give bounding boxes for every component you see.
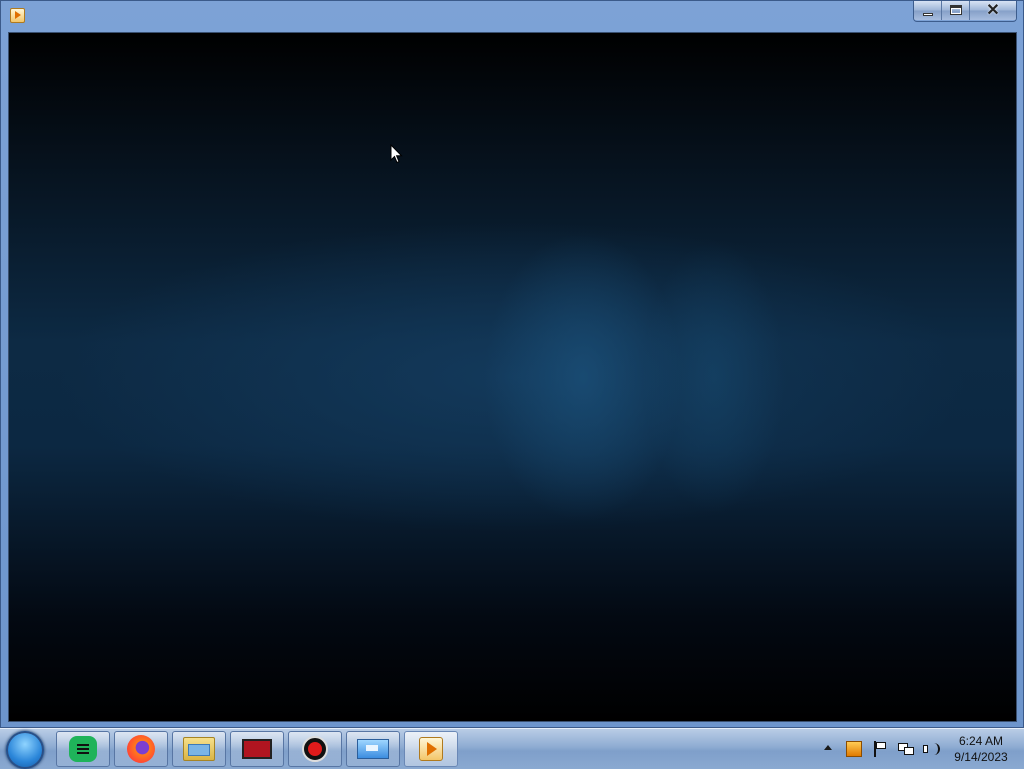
close-button[interactable]: ✕ bbox=[970, 1, 1016, 20]
caption-buttons: ✕ bbox=[913, 1, 1017, 22]
media-player-window: ✕ bbox=[0, 0, 1024, 728]
action-center-flag-icon[interactable] bbox=[873, 741, 887, 757]
maximize-icon bbox=[950, 5, 962, 15]
network-icon[interactable] bbox=[898, 741, 914, 757]
taskbar: 6:24 AM 9/14/2023 bbox=[0, 728, 1024, 769]
taskbar-screen-recorder[interactable] bbox=[288, 731, 342, 767]
mouse-cursor-icon bbox=[390, 144, 403, 164]
media-player-icon bbox=[419, 737, 443, 761]
display-icon bbox=[357, 739, 389, 759]
taskbar-media-player[interactable] bbox=[404, 731, 458, 767]
title-bar[interactable]: ✕ bbox=[1, 1, 1023, 31]
taskbar-file-explorer[interactable] bbox=[172, 731, 226, 767]
minimize-button[interactable] bbox=[914, 1, 942, 20]
taskbar-firefox[interactable] bbox=[114, 731, 168, 767]
video-editor-icon bbox=[242, 739, 272, 759]
minimize-icon bbox=[923, 13, 933, 16]
clock-time: 6:24 AM bbox=[958, 734, 1004, 748]
firefox-icon bbox=[127, 735, 155, 763]
taskbar-display[interactable] bbox=[346, 731, 400, 767]
video-canvas[interactable] bbox=[8, 32, 1017, 722]
taskbar-video-editor[interactable] bbox=[230, 731, 284, 767]
chat-app-icon bbox=[69, 736, 97, 762]
close-icon: ✕ bbox=[986, 2, 1000, 19]
volume-icon[interactable] bbox=[922, 741, 940, 757]
media-player-icon[interactable] bbox=[10, 8, 25, 23]
clock-date: 9/14/2023 bbox=[954, 750, 1008, 764]
show-hidden-icons-arrow-icon[interactable] bbox=[824, 745, 832, 750]
screen-recorder-icon bbox=[302, 736, 328, 762]
start-button[interactable] bbox=[6, 731, 44, 769]
taskbar-chat-app[interactable] bbox=[56, 731, 110, 767]
tray-app-icon[interactable] bbox=[846, 741, 862, 757]
clock[interactable]: 6:24 AM 9/14/2023 bbox=[944, 733, 1018, 765]
file-explorer-icon bbox=[183, 737, 215, 761]
maximize-button[interactable] bbox=[942, 1, 970, 20]
